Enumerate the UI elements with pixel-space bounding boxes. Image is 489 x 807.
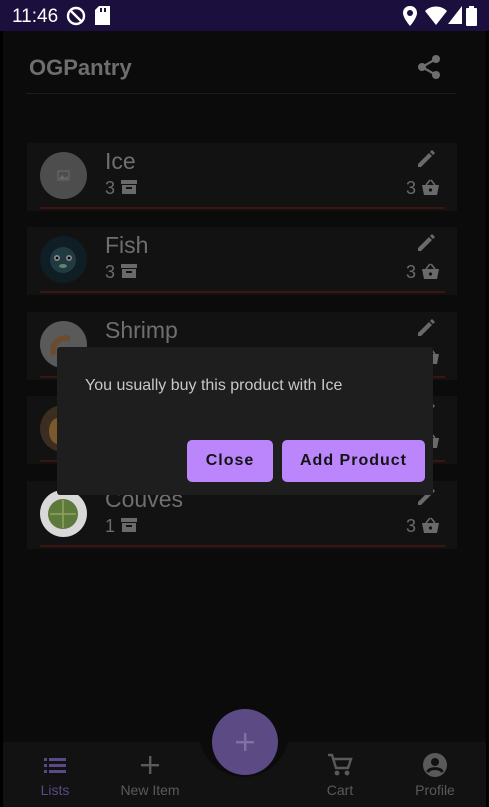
item-name: Fish bbox=[105, 232, 149, 258]
share-icon[interactable] bbox=[416, 54, 442, 80]
list-item[interactable]: Ice 3 3 bbox=[27, 143, 457, 211]
app-bar-divider bbox=[26, 93, 456, 94]
status-bar: 11:46 bbox=[0, 0, 489, 31]
nav-new-item-label: New Item bbox=[120, 782, 180, 798]
edit-icon[interactable] bbox=[416, 233, 436, 253]
image-placeholder-icon bbox=[57, 170, 70, 181]
stock-quantity: 3 bbox=[105, 178, 116, 198]
wifi-icon bbox=[425, 6, 447, 25]
nav-profile-label: Profile bbox=[415, 782, 455, 798]
cabbage-image bbox=[48, 499, 78, 529]
pantry-box-icon bbox=[121, 180, 137, 194]
item-name: Shrimp bbox=[105, 317, 178, 343]
item-divider bbox=[40, 207, 445, 209]
add-product-button[interactable]: Add Product bbox=[282, 440, 425, 482]
cart-quantity: 3 bbox=[406, 262, 417, 282]
cart-quantity: 3 bbox=[406, 178, 417, 198]
list-item[interactable]: Fish 3 3 bbox=[27, 227, 457, 295]
status-time: 11:46 bbox=[12, 6, 59, 27]
close-button[interactable]: Close bbox=[187, 440, 273, 482]
item-image bbox=[40, 490, 87, 537]
item-divider bbox=[40, 545, 445, 547]
nav-new-item[interactable]: New Item bbox=[110, 752, 190, 798]
signal-icon bbox=[448, 6, 462, 24]
nav-cart-label: Cart bbox=[326, 782, 354, 798]
stock-quantity: 1 bbox=[105, 516, 116, 536]
no-disturb-icon bbox=[66, 6, 86, 26]
plus-icon bbox=[236, 733, 254, 751]
item-divider bbox=[40, 291, 445, 293]
edit-icon[interactable] bbox=[416, 149, 436, 169]
account-icon bbox=[423, 753, 447, 777]
location-icon bbox=[403, 6, 417, 26]
suggestion-dialog: You usually buy this product with Ice Cl… bbox=[57, 347, 433, 495]
item-image bbox=[40, 236, 87, 283]
cart-icon bbox=[328, 753, 353, 776]
basket-icon bbox=[422, 263, 439, 279]
dialog-message: You usually buy this product with Ice bbox=[85, 377, 343, 394]
item-image-placeholder bbox=[40, 152, 87, 199]
battery-icon bbox=[466, 6, 477, 26]
nav-profile[interactable]: Profile bbox=[395, 752, 475, 798]
nav-lists-label: Lists bbox=[40, 782, 70, 798]
stock-quantity: 3 bbox=[105, 262, 116, 282]
list-icon bbox=[44, 758, 66, 773]
pantry-box-icon bbox=[121, 264, 137, 278]
basket-icon bbox=[422, 179, 439, 195]
cart-quantity: 3 bbox=[406, 516, 417, 536]
app-title: OGPantry bbox=[29, 55, 132, 80]
edit-icon[interactable] bbox=[416, 318, 436, 338]
sd-card-icon bbox=[95, 6, 110, 25]
nav-lists[interactable]: Lists bbox=[15, 752, 95, 798]
item-name: Ice bbox=[105, 148, 136, 174]
add-fab-button[interactable] bbox=[212, 709, 278, 775]
nav-cart[interactable]: Cart bbox=[300, 752, 380, 798]
fish-image bbox=[50, 247, 76, 273]
plus-icon bbox=[141, 756, 159, 774]
pantry-box-icon bbox=[121, 518, 137, 532]
basket-icon bbox=[422, 517, 439, 533]
